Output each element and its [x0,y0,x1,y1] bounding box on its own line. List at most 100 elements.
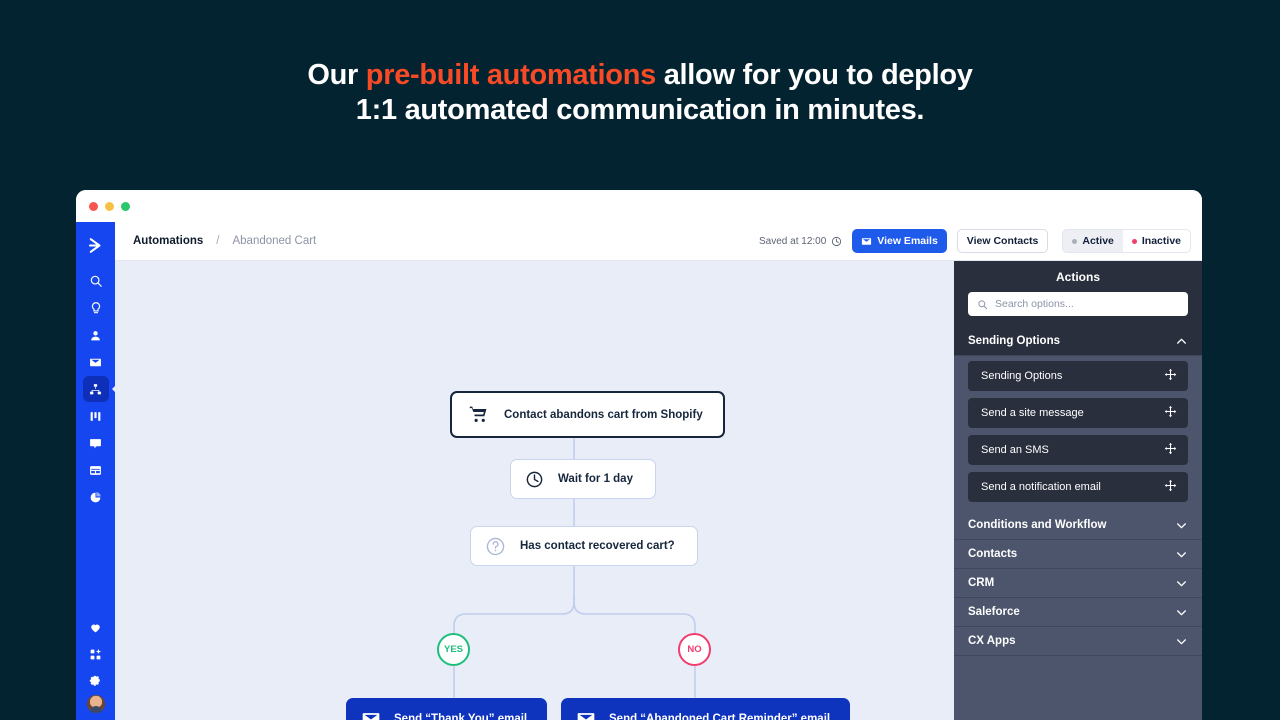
chevron-down-icon [1175,635,1188,648]
search-input[interactable] [995,298,1179,310]
section-label: Saleforce [968,606,1020,618]
move-handle-icon[interactable] [1164,442,1177,458]
section-cx-apps[interactable]: CX Apps [954,627,1202,656]
sidebar-item-automations[interactable] [83,376,109,402]
left-sidebar [76,222,115,720]
search-icon [977,299,988,310]
saved-status: Saved at 12:00 [759,236,842,247]
app-body: Contact abandons cart from Shopify Wait … [115,261,1202,720]
breadcrumb-root[interactable]: Automations [133,235,203,247]
section-crm[interactable]: CRM [954,569,1202,598]
sidebar-item-reports[interactable] [83,484,109,510]
move-handle-icon[interactable] [1164,405,1177,421]
branch-badge-yes-label: YES [444,644,463,655]
sidebar-item-contacts[interactable] [83,322,109,348]
section-sending-options-label: Sending Options [968,335,1060,347]
chevron-down-icon [1175,577,1188,590]
section-label: Contacts [968,548,1017,560]
section-contacts[interactable]: Contacts [954,540,1202,569]
status-toggle-inactive[interactable]: Inactive [1123,230,1190,252]
automation-canvas[interactable]: Contact abandons cart from Shopify Wait … [115,261,954,720]
flow-node-email-reminder[interactable]: Send “Abandoned Cart Reminder” email [561,698,850,720]
main-column: Automations / Abandoned Cart Saved at 12… [115,222,1202,720]
section-label: Conditions and Workflow [968,519,1106,531]
flow-node-wait[interactable]: Wait for 1 day [510,459,656,499]
action-item-site-message[interactable]: Send a site message [968,398,1188,428]
envelope-icon [861,236,872,247]
section-label: CRM [968,577,994,589]
headline-accent: pre-built automations [366,59,656,91]
clock-icon [831,236,842,247]
status-toggle-active[interactable]: Active [1063,230,1123,252]
sidebar-item-pages[interactable] [83,457,109,483]
maximize-window-button[interactable] [121,202,130,211]
section-saleforce[interactable]: Saleforce [954,598,1202,627]
envelope-icon [361,709,381,720]
minimize-window-button[interactable] [105,202,114,211]
status-dot-inactive [1132,239,1137,244]
section-sending-options[interactable]: Sending Options [954,327,1202,356]
shopping-cart-icon [469,405,488,424]
section-conditions-workflow[interactable]: Conditions and Workflow [954,511,1202,540]
chevron-down-icon [1175,606,1188,619]
flow-node-wait-label: Wait for 1 day [558,473,633,485]
app-root: Automations / Abandoned Cart Saved at 12… [76,222,1202,720]
search-box[interactable] [968,292,1188,316]
gear-icon[interactable] [83,668,109,694]
actions-search-wrapper [954,292,1202,327]
branch-badge-no-label: NO [687,644,701,655]
chevron-up-icon [1175,335,1188,348]
question-mark-icon [485,536,506,557]
apps-grid-plus-icon[interactable] [83,641,109,667]
action-item-sms[interactable]: Send an SMS [968,435,1188,465]
branch-badge-yes: YES [437,633,470,666]
view-contacts-button[interactable]: View Contacts [957,229,1049,253]
flow-node-trigger[interactable]: Contact abandons cart from Shopify [450,391,725,438]
section-label: CX Apps [968,635,1016,647]
sidebar-item-conversations[interactable] [83,430,109,456]
actions-panel-title: Actions [954,261,1202,292]
sending-options-items: Sending Options Send a site message [954,356,1202,511]
heart-icon[interactable] [83,614,109,640]
envelope-icon [576,709,596,720]
headline-text-before: Our [307,59,365,91]
breadcrumb-current: Abandoned Cart [232,235,316,247]
flow-node-email-thank-you[interactable]: Send “Thank You” email [346,698,547,720]
sidebar-item-ideas[interactable] [83,295,109,321]
view-emails-button[interactable]: View Emails [852,229,947,253]
breadcrumb-separator: / [216,235,219,247]
headline-text-after: allow for you to deploy [656,59,973,91]
action-item-sending-options[interactable]: Sending Options [968,361,1188,391]
saved-label: Saved at 12:00 [759,236,826,247]
flow-node-email-reminder-label: Send “Abandoned Cart Reminder” email [609,713,830,720]
action-item-notification-email[interactable]: Send a notification email [968,472,1188,502]
send-chevron-icon[interactable] [83,232,109,258]
status-active-label: Active [1082,235,1114,247]
sidebar-item-search[interactable] [83,268,109,294]
flow-node-trigger-label: Contact abandons cart from Shopify [504,409,703,421]
action-item-label: Send a site message [981,407,1084,419]
chevron-down-icon [1175,519,1188,532]
headline-line-1: Our pre-built automations allow for you … [0,58,1280,93]
avatar[interactable] [87,695,105,713]
action-item-label: Send a notification email [981,481,1101,493]
action-item-label: Send an SMS [981,444,1049,456]
headline-line-2: 1:1 automated communication in minutes. [0,93,1280,128]
window-titlebar [76,190,1202,222]
sidebar-item-deals[interactable] [83,403,109,429]
actions-panel: Actions Sending Options [954,261,1202,720]
browser-window: Automations / Abandoned Cart Saved at 12… [76,190,1202,720]
move-handle-icon[interactable] [1164,368,1177,384]
flow-node-condition[interactable]: Has contact recovered cart? [470,526,698,566]
status-toggle: Active Inactive [1062,229,1191,253]
view-emails-label: View Emails [877,235,938,247]
sidebar-item-campaigns[interactable] [83,349,109,375]
view-contacts-label: View Contacts [967,235,1039,247]
page-title: Our pre-built automations allow for you … [0,58,1280,128]
action-item-label: Sending Options [981,370,1062,382]
branch-badge-no: NO [678,633,711,666]
close-window-button[interactable] [89,202,98,211]
chevron-down-icon [1175,548,1188,561]
flow-node-email-thank-you-label: Send “Thank You” email [394,713,527,720]
move-handle-icon[interactable] [1164,479,1177,495]
